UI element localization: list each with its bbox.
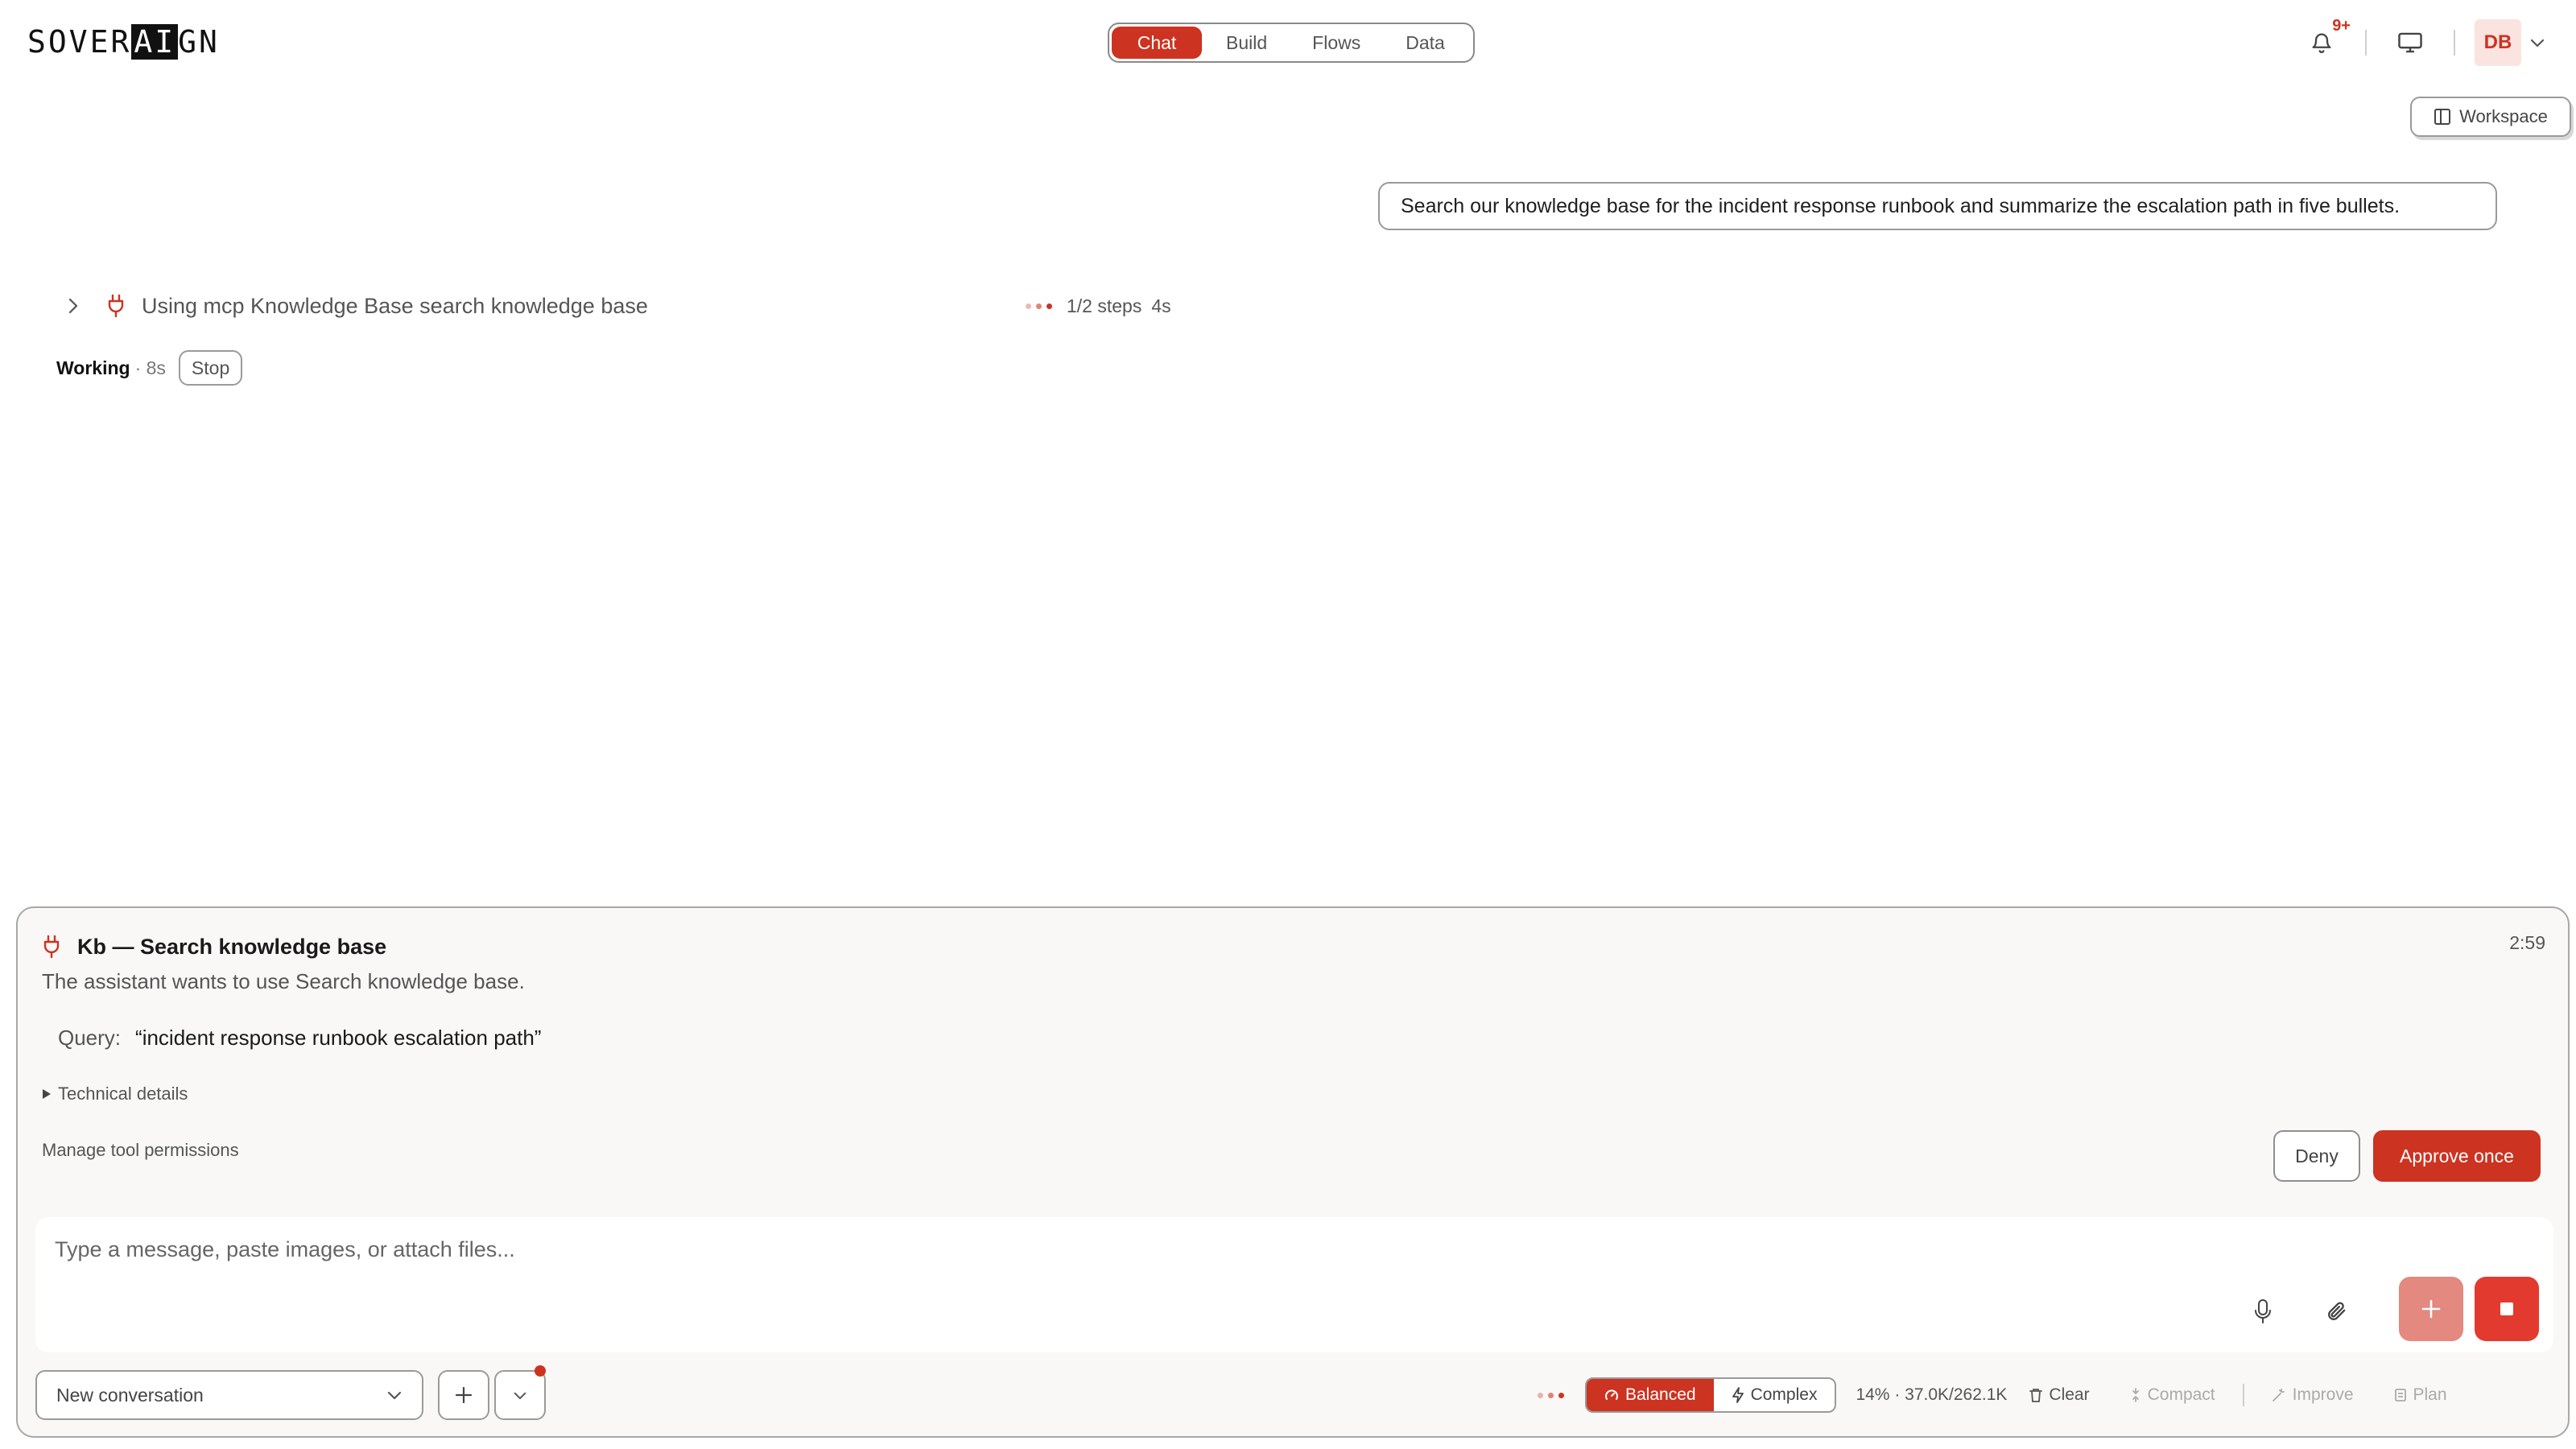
conversation-menu-button[interactable] [494, 1365, 546, 1420]
technical-details-toggle[interactable]: Technical details [42, 1084, 188, 1104]
working-time: · 8s [134, 357, 166, 378]
permission-title-text: Kb — Search knowledge base [77, 934, 387, 959]
improve-label: Improve [2292, 1385, 2354, 1404]
account-menu-toggle[interactable] [2521, 19, 2553, 66]
working-label: Working [56, 357, 130, 378]
permission-timer: 2:59 [2509, 932, 2545, 953]
gauge-icon [1605, 1389, 1618, 1400]
stop-button[interactable]: Stop [178, 350, 243, 386]
header-divider [2365, 30, 2367, 56]
avatar[interactable]: DB [2475, 19, 2521, 66]
notifications-button[interactable]: 9+ [2297, 17, 2351, 67]
progress-dots [1026, 303, 1052, 309]
queue-message-button[interactable] [2399, 1277, 2463, 1341]
tab-build[interactable]: Build [1205, 27, 1288, 59]
workspace-button[interactable]: Workspace [2410, 97, 2571, 137]
tool-steps: 1/2 steps 4s [1026, 288, 1171, 324]
technical-details-label: Technical details [58, 1084, 188, 1104]
header-actions: 9+ DB [2297, 17, 2553, 68]
notification-badge: 9+ [2332, 17, 2351, 35]
compress-icon [2132, 1388, 2139, 1402]
conversation-select-value: New conversation [56, 1384, 204, 1406]
steps-count: 1/2 steps [1067, 295, 1142, 316]
message-composer [35, 1217, 2553, 1352]
chevron-right-icon [68, 298, 78, 314]
monitor-icon [2398, 32, 2422, 53]
plug-icon [43, 935, 60, 959]
plus-icon [2421, 1299, 2441, 1319]
chevron-down-icon [514, 1392, 526, 1399]
deny-button[interactable]: Deny [2273, 1130, 2360, 1182]
triangle-right-icon [43, 1089, 51, 1099]
chevron-down-icon [387, 1391, 402, 1400]
conversation-select[interactable]: New conversation [35, 1370, 423, 1420]
manage-permissions-link[interactable]: Manage tool permissions [42, 1140, 239, 1161]
workspace-label: Workspace [2459, 106, 2548, 126]
compact-button[interactable]: Compact [2130, 1385, 2215, 1405]
plan-label: Plan [2413, 1385, 2447, 1404]
working-status: Working · 8s Stop [56, 349, 243, 386]
main-nav: Chat Build Flows Data [1108, 23, 1475, 63]
clear-button[interactable]: Clear [2029, 1385, 2090, 1405]
logo-text-inv: AI [131, 24, 179, 60]
stop-generation-button[interactable] [2475, 1277, 2539, 1341]
toolbar-divider [2242, 1384, 2244, 1406]
permission-panel: Kb — Search knowledge base 2:59 The assi… [16, 906, 2570, 1438]
mode-balanced[interactable]: Balanced [1587, 1379, 1714, 1411]
chevron-down-icon [2530, 39, 2545, 47]
tab-flows[interactable]: Flows [1291, 27, 1381, 59]
compact-label: Compact [2147, 1385, 2215, 1404]
steps-elapsed: 4s [1151, 295, 1171, 316]
attach-button[interactable] [2317, 1291, 2357, 1331]
mode-toggle: Balanced Complex [1585, 1377, 1837, 1413]
plan-button[interactable]: Plan [2394, 1385, 2447, 1405]
clear-label: Clear [2049, 1385, 2090, 1404]
plug-icon [106, 294, 126, 318]
magic-wand-icon [2272, 1389, 2285, 1402]
bell-icon [2312, 33, 2331, 53]
tab-data[interactable]: Data [1385, 27, 1466, 59]
plus-icon [455, 1386, 473, 1404]
microphone-button[interactable] [2243, 1291, 2283, 1331]
user-message: Search our knowledge base for the incide… [1378, 182, 2497, 230]
mode-complex[interactable]: Complex [1714, 1379, 1835, 1411]
approve-once-button[interactable]: Approve once [2373, 1130, 2541, 1182]
progress-dots [1538, 1392, 1564, 1398]
header-divider [2454, 30, 2455, 56]
display-button[interactable] [2386, 19, 2434, 67]
lightning-icon [1732, 1387, 1744, 1403]
logo-text-post: GN [178, 24, 220, 60]
query-value: “incident response runbook escalation pa… [135, 1026, 542, 1050]
tab-chat[interactable]: Chat [1112, 27, 1202, 59]
document-icon [2394, 1389, 2406, 1402]
app-logo[interactable]: SOVER AI GN [27, 23, 220, 61]
mode-balanced-label: Balanced [1625, 1385, 1696, 1404]
microphone-icon [2255, 1299, 2271, 1323]
message-input[interactable] [55, 1232, 2148, 1267]
paperclip-icon [2328, 1302, 2346, 1320]
permission-description: The assistant wants to use Search knowle… [42, 969, 525, 993]
panel-icon [2434, 109, 2451, 125]
stop-square-icon [2500, 1302, 2513, 1315]
logo-text-pre: SOVER [27, 24, 132, 60]
expand-toggle[interactable] [68, 297, 90, 315]
composer-toolbar: Balanced Complex 14% · 37.0K/262.1K Clea… [1538, 1370, 2447, 1420]
tool-call-row[interactable]: Using mcp Knowledge Base search knowledg… [68, 288, 1211, 324]
mode-complex-label: Complex [1750, 1385, 1818, 1404]
query-label: Query: [58, 1026, 122, 1050]
query-row: Query: “incident response runbook escala… [58, 1026, 541, 1051]
context-usage: 14% · 37.0K/262.1K [1856, 1385, 2008, 1404]
permission-title: Kb — Search knowledge base [42, 929, 386, 964]
unread-dot [535, 1365, 546, 1377]
new-conversation-button[interactable] [438, 1370, 489, 1420]
trash-icon [2029, 1389, 2043, 1402]
tool-call-label: Using mcp Knowledge Base search knowledg… [142, 293, 648, 318]
improve-button[interactable]: Improve [2272, 1385, 2354, 1405]
